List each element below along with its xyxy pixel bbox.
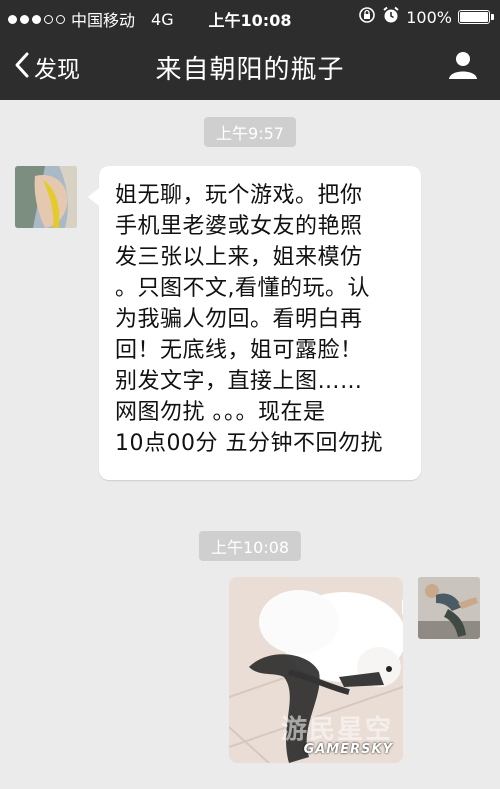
- person-icon: [448, 52, 478, 84]
- message-timestamp: 上午9:57: [204, 117, 296, 147]
- lock-rotation-icon: [358, 6, 376, 28]
- watermark: 游民星空 GAMERSKY: [280, 715, 393, 757]
- profile-button[interactable]: [448, 50, 478, 84]
- page-title: 来自朝阳的瓶子: [155, 55, 345, 85]
- nav-bar: 发现 来自朝阳的瓶子: [0, 34, 500, 100]
- watermark-cn: 游民星空: [280, 715, 393, 745]
- status-right: 100%: [358, 6, 494, 28]
- message-timestamp: 上午10:08: [198, 531, 302, 561]
- message-bubble[interactable]: 姐无聊，玩个游戏。把你 手机里老婆或女友的艳照 发三张以上来，姐来模仿 。只图不…: [88, 166, 421, 480]
- battery-percent: 100%: [406, 7, 452, 27]
- image-message[interactable]: 游民星空 GAMERSKY: [229, 577, 403, 763]
- self-avatar[interactable]: [418, 577, 480, 639]
- sender-avatar[interactable]: [15, 166, 77, 228]
- alarm-icon: [382, 6, 400, 28]
- status-bar: 中国移动 4G 上午10:08 100%: [0, 0, 500, 34]
- message-text: 姐无聊，玩个游戏。把你 手机里老婆或女友的艳照 发三张以上来，姐来模仿 。只图不…: [115, 183, 383, 456]
- battery-icon: [458, 10, 494, 24]
